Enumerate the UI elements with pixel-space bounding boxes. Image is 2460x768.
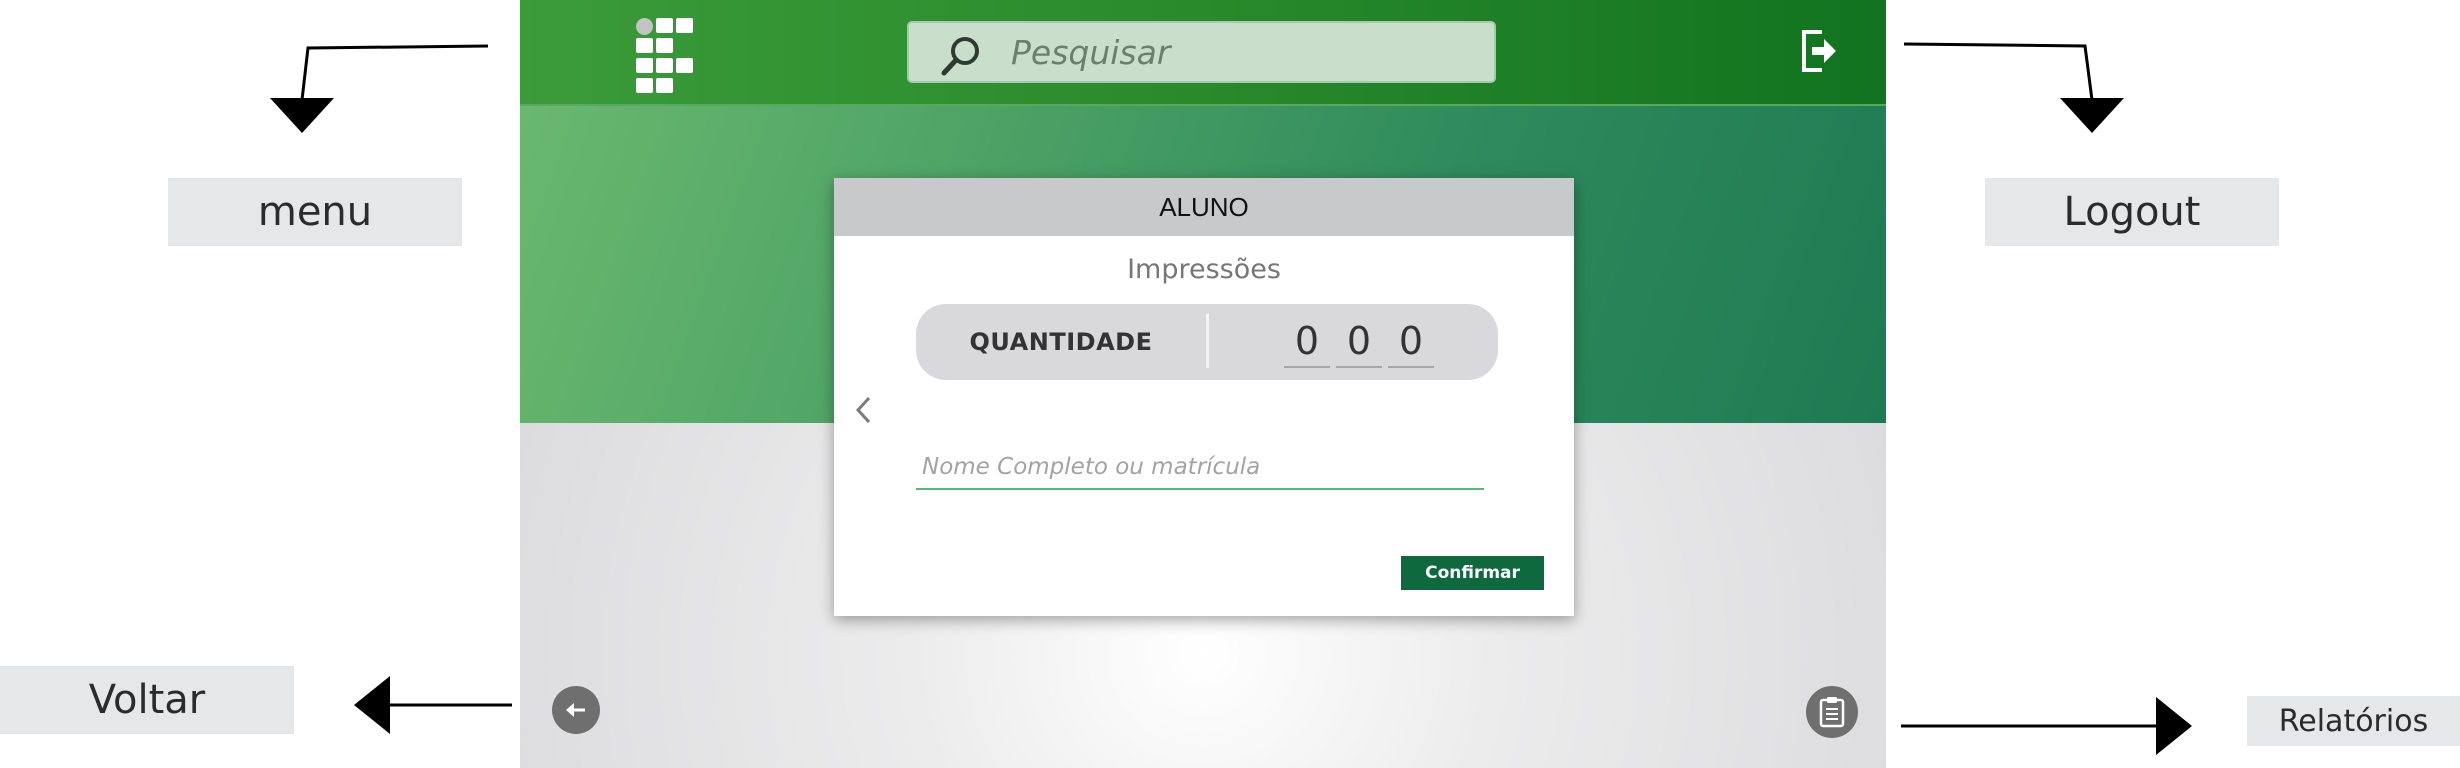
annotation-voltar-label: Voltar [0,666,294,734]
quantity-stepper: QUANTIDADE 0 0 0 [916,304,1498,380]
logout-arrow-head [2060,98,2124,133]
header-divider [520,104,1886,106]
annotation-menu-label: menu [168,178,462,246]
name-or-enrollment-input[interactable] [922,448,1472,486]
student-print-card: ALUNO Impressões QUANTIDADE 0 0 0 Confir… [834,178,1574,616]
name-field [916,448,1484,490]
annotation-logout-label: Logout [1985,178,2279,246]
card-title: ALUNO [834,178,1574,236]
back-button[interactable] [552,686,600,734]
quantity-label: QUANTIDADE [969,328,1153,356]
search-input[interactable] [1011,31,1471,73]
search-bar[interactable] [907,21,1496,83]
arrow-left-icon [566,703,585,717]
confirm-button[interactable]: Confirmar [1401,556,1544,590]
chevron-left-icon[interactable] [852,393,876,427]
annotation-relatorios-label: Relatórios [2247,696,2460,746]
menu-arrow-head [270,98,334,133]
quantity-digit-tens[interactable]: 0 [1336,318,1382,368]
logout-icon[interactable] [1798,28,1840,74]
clipboard-icon [1819,697,1845,728]
reports-button[interactable] [1806,686,1858,738]
search-icon [941,37,979,76]
voltar-arrow-head [354,676,390,734]
app-screen: ALUNO Impressões QUANTIDADE 0 0 0 Confir… [520,0,1886,768]
quantity-digit-hundreds[interactable]: 0 [1284,318,1330,368]
institute-logo-icon[interactable] [636,18,696,94]
relatorios-arrow-head [2156,697,2192,755]
quantity-digit-units[interactable]: 0 [1388,318,1434,368]
card-subtitle: Impressões [1127,254,1281,285]
quantity-divider [1206,314,1209,368]
